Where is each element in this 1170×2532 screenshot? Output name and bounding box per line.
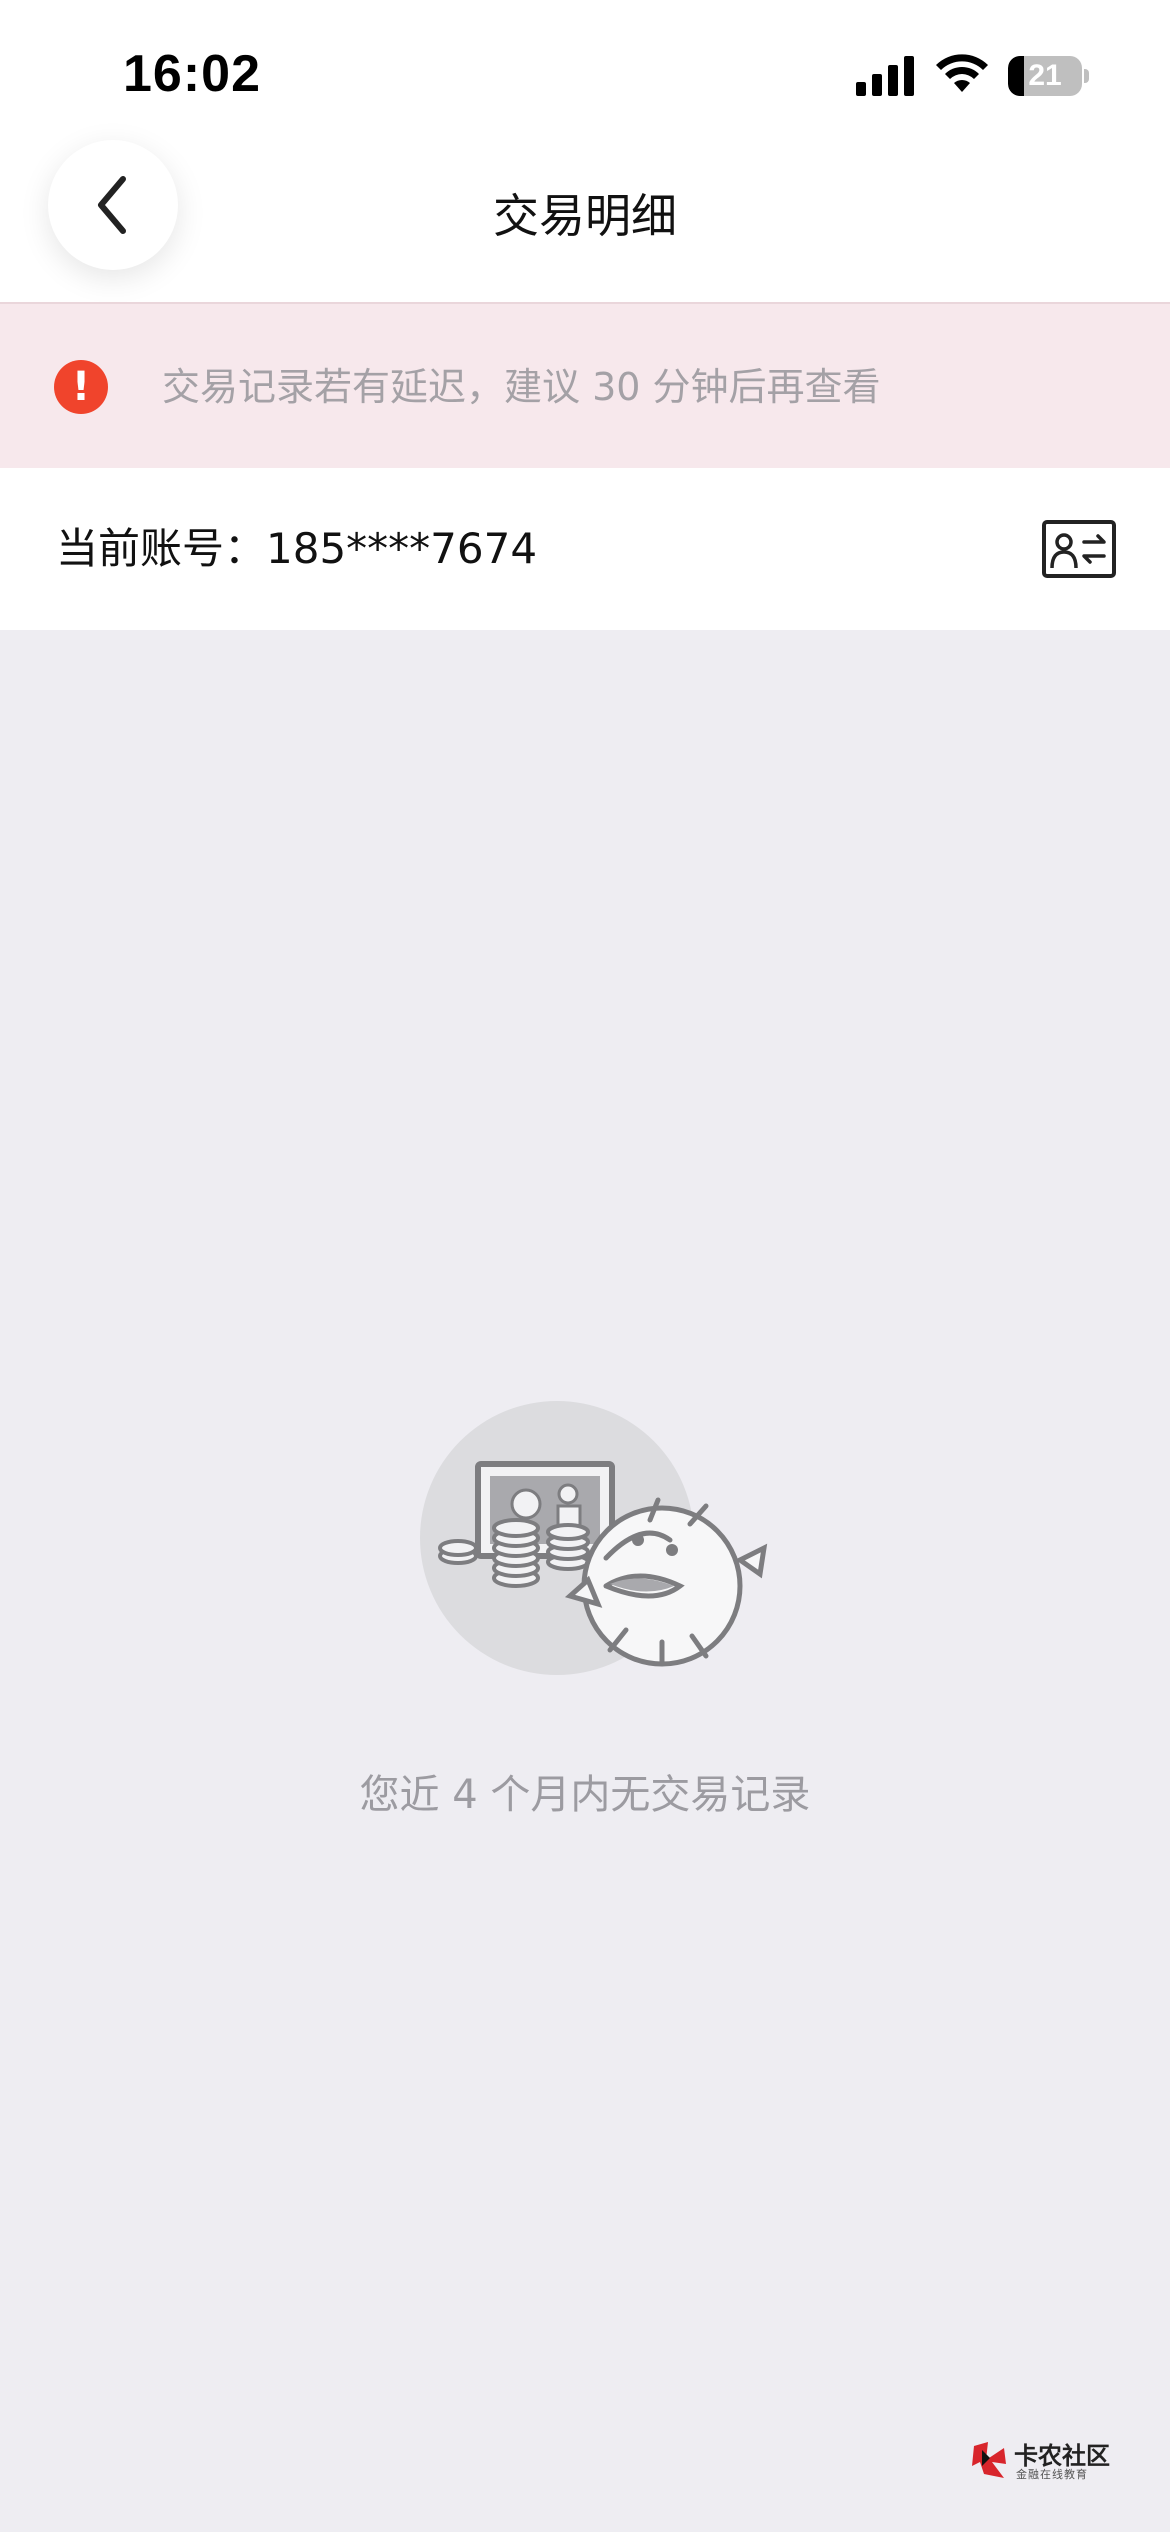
back-button[interactable]: [48, 140, 178, 270]
notice-text: 交易记录若有延迟，建议 30 分钟后再查看: [162, 365, 881, 409]
alert-icon: !: [54, 360, 108, 414]
status-time: 16:02: [123, 45, 261, 103]
empty-state-message: 您近 4 个月内无交易记录: [359, 1772, 811, 1818]
empty-transactions-illustration: [420, 1401, 768, 1675]
watermark-subtitle: 金融在线教育: [1016, 2468, 1088, 2481]
battery-icon: 21: [1008, 56, 1089, 96]
status-bar: 16:02 21: [0, 0, 1170, 140]
nav-bar: 交易明细: [0, 140, 1170, 304]
watermark: 卡农社区 金融在线教育: [970, 2436, 1120, 2486]
account-row: 当前账号：185****7674: [0, 468, 1170, 630]
delay-notice-banner: ! 交易记录若有延迟，建议 30 分钟后再查看: [0, 304, 1170, 468]
chevron-left-icon: [98, 176, 126, 234]
wifi-icon: [936, 54, 988, 92]
current-account-label: 当前账号：185****7674: [56, 524, 538, 573]
account-switch-icon[interactable]: [1042, 520, 1116, 578]
watermark-logo: [972, 2442, 1006, 2478]
battery-level: 21: [1028, 59, 1062, 92]
signal-icon: [856, 56, 914, 96]
